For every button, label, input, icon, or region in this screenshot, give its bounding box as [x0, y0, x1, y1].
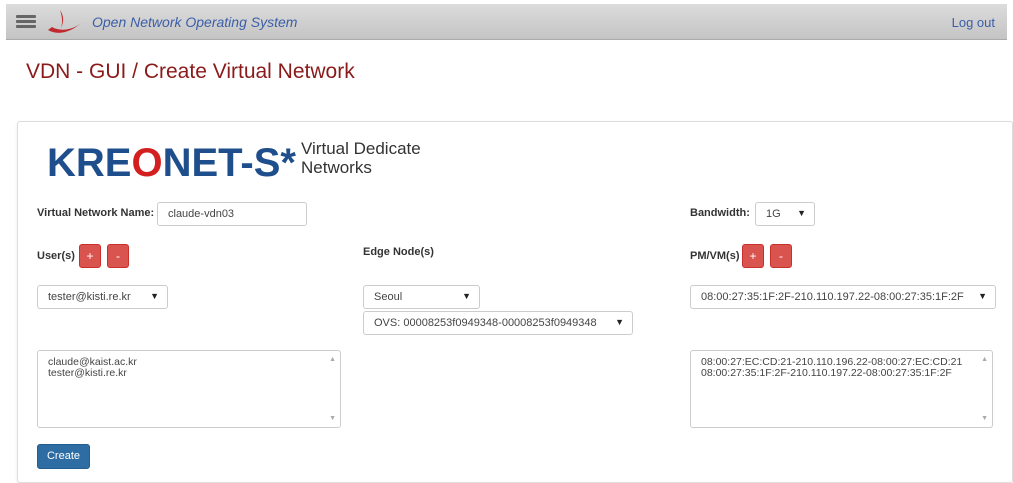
scroll-down-icon[interactable]: ▼: [329, 413, 336, 424]
brand-text-pre: KRE: [47, 141, 132, 185]
pmvm-select-value: 08:00:27:35:1F:2F-210.110.197.22-08:00:2…: [701, 291, 964, 303]
hamburger-menu-icon[interactable]: [16, 15, 36, 29]
app-title: Open Network Operating System: [92, 14, 298, 30]
users-listbox[interactable]: claude@kaist.ac.kr tester@kisti.re.kr ▲ …: [37, 350, 341, 428]
edge-node-select-value: Seoul: [374, 291, 403, 303]
list-item[interactable]: tester@kisti.re.kr: [48, 368, 330, 379]
ovs-select-value: OVS: 00008253f0949348-00008253f0949348: [374, 317, 597, 329]
brand-text-post: NET-S*: [162, 141, 296, 185]
bandwidth-select[interactable]: 1G ▼: [755, 202, 815, 226]
remove-user-button[interactable]: -: [107, 244, 129, 268]
brand-subtitle-line2: Networks: [301, 158, 372, 177]
chevron-down-icon: ▼: [615, 317, 624, 327]
list-item[interactable]: 08:00:27:35:1F:2F-210.110.197.22-08:00:2…: [701, 368, 976, 379]
users-label: User(s): [37, 250, 75, 262]
brand-text-o: O: [131, 141, 163, 185]
user-select[interactable]: tester@kisti.re.kr ▼: [37, 285, 168, 309]
top-navbar: Open Network Operating System Log out: [6, 4, 1007, 40]
page-title: VDN - GUI / Create Virtual Network: [26, 60, 355, 83]
logout-link[interactable]: Log out: [952, 15, 995, 30]
vn-name-input[interactable]: claude-vdn03: [157, 202, 307, 226]
kreonet-brand-logo: KREONET-S*: [47, 141, 296, 186]
scroll-down-icon[interactable]: ▼: [981, 413, 988, 424]
pmvm-listbox[interactable]: 08:00:27:EC:CD:21-210.110.196.22-08:00:2…: [690, 350, 993, 428]
chevron-down-icon: ▼: [150, 291, 159, 301]
edge-nodes-label: Edge Node(s): [363, 246, 434, 258]
scroll-up-icon[interactable]: ▲: [329, 354, 336, 365]
chevron-down-icon: ▼: [797, 208, 806, 218]
scroll-up-icon[interactable]: ▲: [981, 354, 988, 365]
vn-name-label: Virtual Network Name:: [37, 207, 155, 219]
brand-subtitle-line1: Virtual Dedicate: [301, 139, 421, 158]
ovs-select[interactable]: OVS: 00008253f0949348-00008253f0949348 ▼: [363, 311, 633, 335]
add-pmvm-button[interactable]: +: [742, 244, 764, 268]
chevron-down-icon: ▼: [978, 291, 987, 301]
onos-swoosh-logo-icon: [48, 10, 82, 33]
user-select-value: tester@kisti.re.kr: [48, 291, 131, 303]
bandwidth-select-value: 1G: [766, 208, 781, 220]
remove-pmvm-button[interactable]: -: [770, 244, 792, 268]
add-user-button[interactable]: +: [79, 244, 101, 268]
pmvm-label: PM/VM(s): [690, 250, 740, 262]
pmvm-select[interactable]: 08:00:27:35:1F:2F-210.110.197.22-08:00:2…: [690, 285, 996, 309]
create-button[interactable]: Create: [37, 444, 90, 469]
chevron-down-icon: ▼: [462, 291, 471, 301]
brand-subtitle: Virtual Dedicate Networks: [301, 139, 461, 177]
edge-node-select[interactable]: Seoul ▼: [363, 285, 480, 309]
bandwidth-label: Bandwidth:: [690, 207, 750, 219]
